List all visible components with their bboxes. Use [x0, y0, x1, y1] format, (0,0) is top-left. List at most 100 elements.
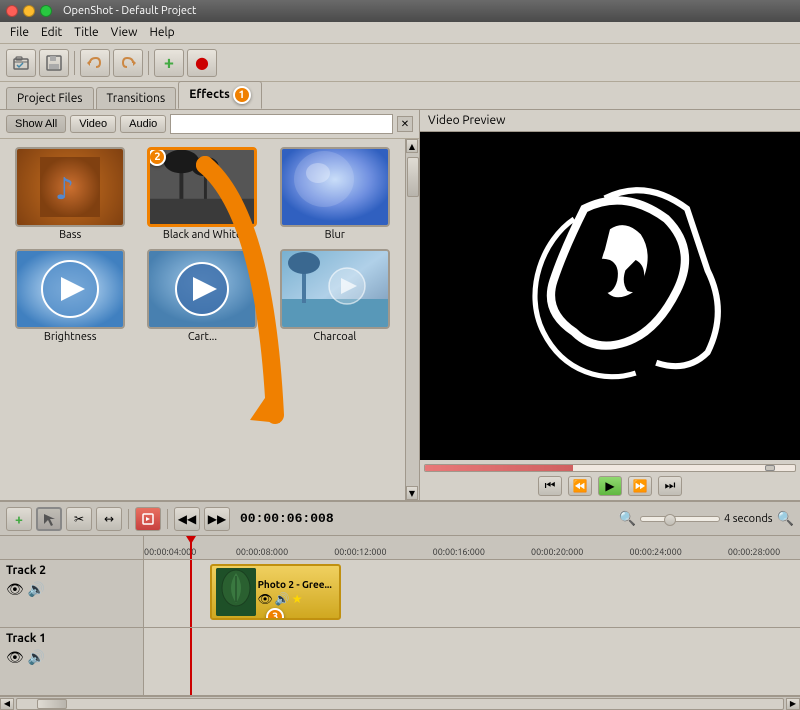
track-2-icons: 👁 🔊 — [6, 581, 137, 598]
effect-bass-label: Bass — [59, 229, 81, 241]
redo-button[interactable] — [113, 49, 143, 77]
effect-blur-thumb — [280, 147, 390, 227]
track-2-visibility-icon[interactable]: 👁 — [6, 581, 24, 598]
clip-controls: 👁 🔊 ★ — [258, 592, 335, 606]
toolbar-separator-1 — [74, 51, 75, 75]
main-area: Show All Video Audio ✕ ♪ — [0, 110, 800, 500]
clip-info: Photo 2 - Gree... 👁 🔊 ★ — [258, 579, 335, 606]
track-1-visibility-icon[interactable]: 👁 — [6, 649, 24, 666]
zoom-in-icon[interactable]: 🔍 — [777, 510, 794, 527]
search-clear-button[interactable]: ✕ — [397, 116, 413, 132]
record-button[interactable]: ● — [187, 49, 217, 77]
step-forward-button[interactable]: ⏩ — [628, 476, 652, 496]
close-button[interactable] — [6, 5, 18, 17]
tab-project-files[interactable]: Project Files — [6, 87, 94, 109]
track-1-name: Track 1 — [6, 632, 137, 645]
filter-video[interactable]: Video — [70, 115, 116, 133]
track-1-content[interactable] — [144, 628, 800, 695]
forward-button[interactable]: ▶▶ — [204, 507, 230, 531]
rewind-button[interactable]: ◀◀ — [174, 507, 200, 531]
track-2-clip[interactable]: Photo 2 - Gree... 👁 🔊 ★ 3 — [210, 564, 341, 620]
bw-badge: 2 — [148, 148, 166, 166]
menu-file[interactable]: File — [4, 24, 35, 41]
track-2-content[interactable]: Photo 2 - Gree... 👁 🔊 ★ 3 — [144, 560, 800, 627]
maximize-button[interactable] — [40, 5, 52, 17]
track-1-label: Track 1 👁 🔊 — [0, 628, 144, 695]
clip-star-icon[interactable]: ★ — [292, 592, 303, 606]
effect-charcoal[interactable]: Charcoal — [271, 247, 399, 345]
effect-charcoal-label: Charcoal — [313, 331, 356, 343]
skip-end-button[interactable]: ⏭ — [658, 476, 682, 496]
zoom-slider[interactable] — [640, 516, 720, 522]
effect-blur[interactable]: Blur — [271, 145, 399, 243]
tab-effects[interactable]: Effects 1 — [178, 81, 261, 109]
save-button[interactable] — [39, 49, 69, 77]
resize-tool-button[interactable]: ↔ — [96, 507, 122, 531]
clip-visibility-icon[interactable]: 👁 — [258, 592, 273, 606]
tab-transitions[interactable]: Transitions — [96, 87, 177, 109]
effect-brightness-thumb — [15, 249, 125, 329]
filter-bar: Show All Video Audio ✕ — [0, 110, 419, 139]
track-row-2: Track 2 👁 🔊 Photo 2 — [0, 560, 800, 628]
track-2-audio-icon[interactable]: 🔊 — [28, 581, 45, 598]
progress-bar[interactable] — [424, 464, 796, 472]
track-row-1: Track 1 👁 🔊 — [0, 628, 800, 696]
add-track-button[interactable]: + — [6, 507, 32, 531]
add-button[interactable]: + — [154, 49, 184, 77]
left-panel: Show All Video Audio ✕ ♪ — [0, 110, 420, 500]
menu-view[interactable]: View — [105, 24, 144, 41]
preview-label: Video Preview — [420, 110, 800, 132]
zoom-controls: 🔍 4 seconds 🔍 — [619, 510, 794, 527]
clip-title: Photo 2 - Gree... — [258, 579, 335, 590]
progress-fill — [425, 465, 573, 471]
effect-bass[interactable]: ♪ Bass — [6, 145, 134, 243]
open-button[interactable] — [6, 49, 36, 77]
select-tool-button[interactable] — [36, 507, 62, 531]
effects-scrollbar[interactable]: ▲ ▼ — [405, 139, 419, 500]
menu-title[interactable]: Title — [68, 24, 104, 41]
filter-show-all[interactable]: Show All — [6, 115, 66, 133]
menu-edit[interactable]: Edit — [35, 24, 68, 41]
tabbar: Project Files Transitions Effects 1 — [0, 82, 800, 110]
toolbar: + ● — [0, 44, 800, 82]
menu-help[interactable]: Help — [143, 24, 180, 41]
titlebar: OpenShot - Default Project — [0, 0, 800, 22]
zoom-thumb[interactable] — [664, 514, 676, 526]
effect-charcoal-thumb — [280, 249, 390, 329]
effect-blur-label: Blur — [325, 229, 345, 241]
undo-button[interactable] — [80, 49, 110, 77]
video-controls: ⏮ ⏪ ▶ ⏩ ⏭ — [420, 460, 800, 500]
track-1-icons: 👁 🔊 — [6, 649, 137, 666]
step-back-button[interactable]: ⏪ — [568, 476, 592, 496]
filter-audio[interactable]: Audio — [120, 115, 166, 133]
effect-brightness-label: Brightness — [44, 331, 97, 343]
transport-controls: ⏮ ⏪ ▶ ⏩ ⏭ — [424, 476, 796, 496]
h-scroll-thumb[interactable] — [37, 699, 67, 709]
export-button[interactable] — [135, 507, 161, 531]
effect-bass-thumb: ♪ — [15, 147, 125, 227]
toolbar-separator-2 — [148, 51, 149, 75]
razor-tool-button[interactable]: ✂ — [66, 507, 92, 531]
clip-badge-3: 3 — [266, 608, 284, 620]
play-button[interactable]: ▶ — [598, 476, 622, 496]
effect-bw-thumb: 2 — [147, 147, 257, 227]
effects-tab-badge: 1 — [233, 86, 251, 104]
progress-thumb[interactable] — [765, 465, 775, 471]
video-preview — [420, 132, 800, 460]
scroll-track[interactable] — [406, 153, 419, 486]
minimize-button[interactable] — [23, 5, 35, 17]
zoom-out-icon[interactable]: 🔍 — [619, 510, 636, 527]
tl-separator-2 — [167, 509, 168, 529]
clip-audio-icon[interactable]: 🔊 — [275, 592, 290, 606]
zoom-label: 4 seconds — [724, 513, 773, 525]
track-1-audio-icon[interactable]: 🔊 — [28, 649, 45, 666]
effect-brightness[interactable]: Brightness — [6, 247, 134, 345]
search-input[interactable] — [170, 114, 393, 134]
effect-black-and-white[interactable]: 2 Black and White — [138, 145, 266, 243]
scroll-thumb[interactable] — [407, 157, 419, 197]
timecode-display: 00:00:06:008 — [234, 509, 340, 528]
h-scroll-track[interactable] — [16, 698, 784, 710]
skip-start-button[interactable]: ⏮ — [538, 476, 562, 496]
h-scrollbar[interactable]: ◀ ▶ — [0, 696, 800, 710]
effect-cartoon[interactable]: Cart... — [138, 247, 266, 345]
